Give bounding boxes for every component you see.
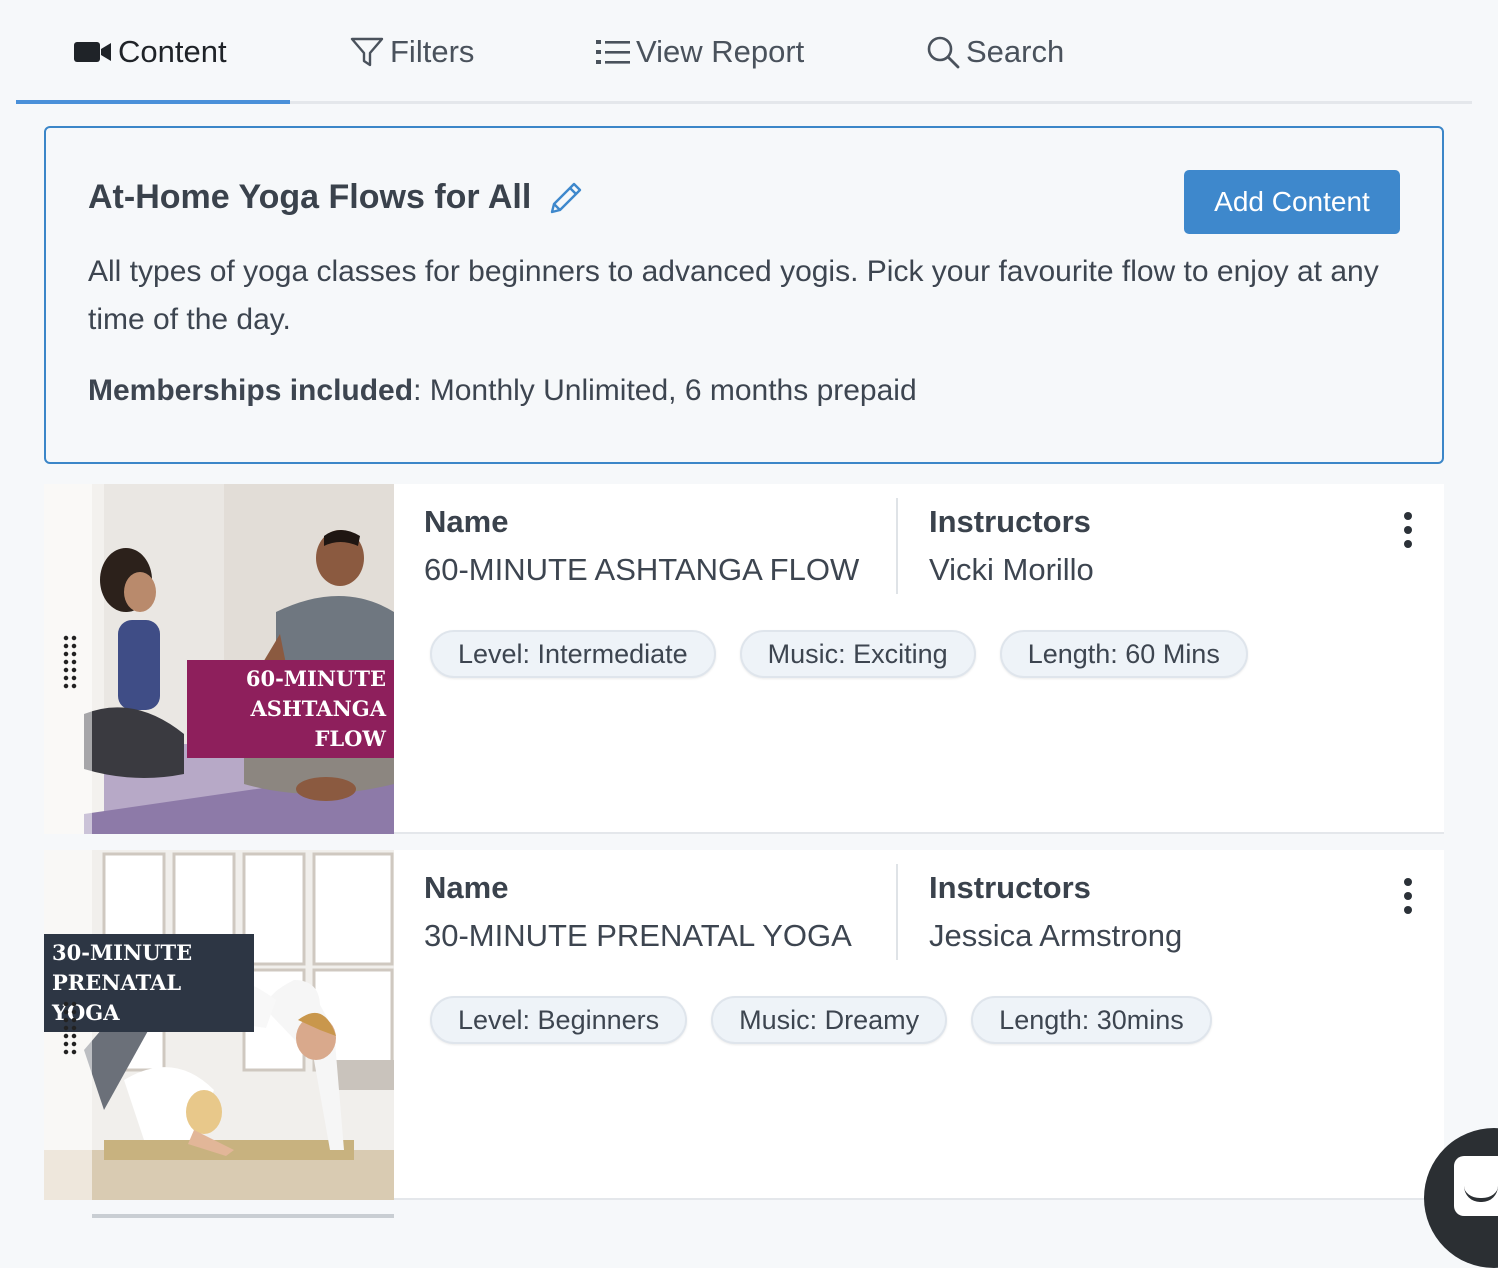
active-tab-indicator — [16, 100, 290, 104]
tag-level: Level: Beginners — [430, 996, 688, 1044]
column-divider — [896, 864, 898, 960]
memberships-included: Memberships included: Monthly Unlimited,… — [88, 374, 917, 408]
drag-handle-icon[interactable] — [62, 1000, 78, 1056]
tab-view-report[interactable]: View Report — [596, 0, 804, 104]
tag-length: Length: 60 Mins — [999, 630, 1248, 678]
content-row[interactable]: 60-MINUTE ASHTANGA FLOW Name 60-MINUTE A… — [44, 484, 1444, 834]
add-content-button[interactable]: Add Content — [1184, 170, 1400, 234]
more-options-icon[interactable] — [1402, 512, 1414, 548]
content-name: 30-MINUTE PRENATAL YOGA — [424, 918, 852, 953]
content-name: 60-MINUTE ASHTANGA FLOW — [424, 552, 860, 587]
tab-filters[interactable]: Filters — [350, 0, 474, 104]
tab-search[interactable]: Search — [926, 0, 1064, 104]
tab-content-label: Content — [118, 34, 227, 69]
instructor-name: Vicki Morillo — [929, 552, 1094, 587]
name-label: Name — [424, 504, 509, 539]
memberships-label: Memberships included — [88, 374, 414, 407]
thumbnail-title-line1: 60-MINUTE — [245, 666, 386, 691]
tag-level: Level: Intermediate — [430, 630, 716, 678]
thumbnail-title-line1: 30-MINUTE — [52, 940, 193, 965]
next-row-thumbnail-edge — [92, 1214, 394, 1218]
tab-bar: Content Filters View Report Search — [16, 0, 1472, 104]
collection-title: At-Home Yoga Flows for All — [88, 178, 532, 216]
collection-card: At-Home Yoga Flows for All Add Content A… — [44, 126, 1444, 464]
instructor-name: Jessica Armstrong — [929, 918, 1183, 953]
tab-filters-label: Filters — [390, 34, 475, 69]
content-thumbnail[interactable]: 30-MINUTE PRENATAL YOGA — [44, 850, 394, 1200]
filter-funnel-icon — [350, 36, 384, 68]
memberships-value: : Monthly Unlimited, 6 months prepaid — [413, 374, 917, 407]
tag-music: Music: Dreamy — [711, 996, 948, 1044]
tag-length: Length: 30mins — [971, 996, 1212, 1044]
thumbnail-title: 60-MINUTE ASHTANGA FLOW — [187, 660, 394, 758]
video-camera-icon — [74, 40, 112, 64]
instructors-label: Instructors — [929, 870, 1091, 905]
content-thumbnail[interactable]: 60-MINUTE ASHTANGA FLOW — [44, 484, 394, 834]
thumbnail-title-line2: PRENATAL YOGA — [52, 970, 182, 1025]
drag-handle-icon[interactable] — [62, 634, 78, 690]
pencil-icon[interactable] — [546, 178, 586, 223]
tag-list: Level: Beginners Music: Dreamy Length: 3… — [430, 996, 1212, 1044]
thumbnail-title-line2: ASHTANGA FLOW — [250, 696, 387, 751]
collection-description: All types of yoga classes for beginners … — [88, 255, 1379, 336]
instructors-label: Instructors — [929, 504, 1091, 539]
search-icon — [926, 35, 960, 69]
list-icon — [596, 38, 630, 66]
yoga-photo-ashtanga — [44, 484, 394, 834]
name-label: Name — [424, 870, 509, 905]
tab-search-label: Search — [966, 34, 1065, 69]
tab-content[interactable]: Content — [74, 0, 227, 104]
tag-music: Music: Exciting — [739, 630, 976, 678]
column-divider — [896, 498, 898, 594]
more-options-icon[interactable] — [1402, 878, 1414, 914]
tab-view-report-label: View Report — [636, 34, 805, 69]
content-row[interactable]: 30-MINUTE PRENATAL YOGA Name 30-MINUTE P… — [44, 850, 1444, 1200]
tag-list: Level: Intermediate Music: Exciting Leng… — [430, 630, 1248, 678]
